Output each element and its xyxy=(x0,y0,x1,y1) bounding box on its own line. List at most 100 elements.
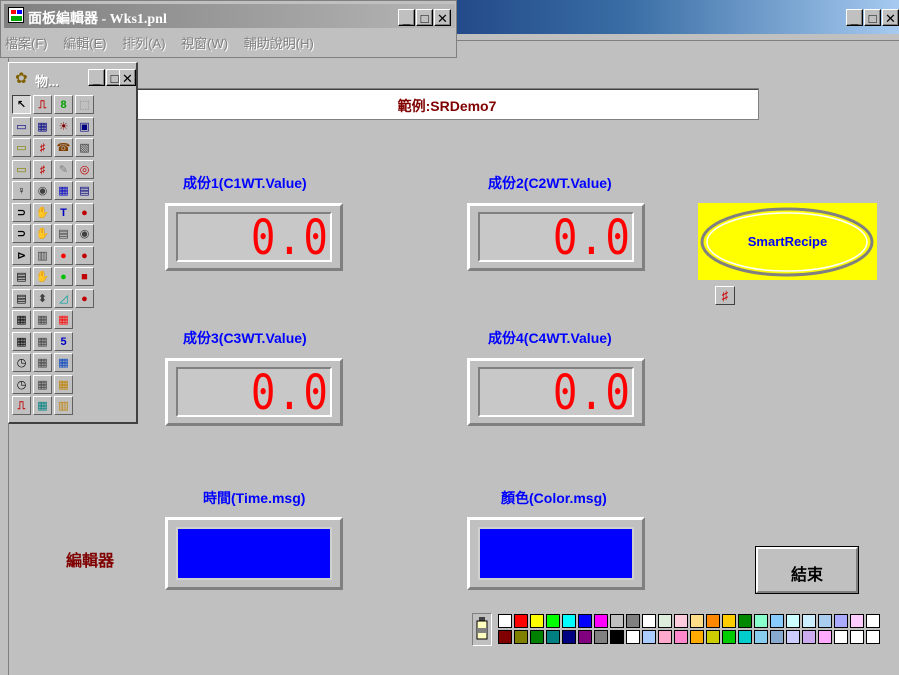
toolbox-tool-icon[interactable]: ◿ xyxy=(54,288,73,308)
toolbox-tool-icon[interactable]: ⊃ xyxy=(12,224,31,243)
toolbox-tool-icon[interactable]: ▣ xyxy=(75,116,94,136)
toolbox-tool-icon[interactable]: ✎ xyxy=(54,159,73,179)
toolbox-tool-icon[interactable]: ⊃ xyxy=(12,202,31,222)
toolbox-tool-icon[interactable]: ◉ xyxy=(33,181,52,200)
palette-swatch[interactable] xyxy=(642,630,656,644)
end-button[interactable]: 結束 xyxy=(755,546,859,594)
palette-swatch[interactable] xyxy=(674,614,688,628)
palette-swatch[interactable] xyxy=(562,630,576,644)
menu-window[interactable]: 視窗(W) xyxy=(181,33,228,52)
editor-maximize-button[interactable]: □ xyxy=(416,9,433,26)
paint-tube-icon[interactable] xyxy=(472,613,492,646)
palette-swatch[interactable] xyxy=(722,614,736,628)
palette-swatch[interactable] xyxy=(754,614,768,628)
smart-recipe-button[interactable]: SmartRecipe xyxy=(698,203,877,280)
palette-swatch[interactable] xyxy=(610,614,624,628)
toolbox-tool-icon[interactable]: ■ xyxy=(75,267,94,286)
component1-display[interactable]: 0.0 xyxy=(165,203,343,271)
toolbox-tool-icon[interactable]: ◷ xyxy=(12,374,31,394)
menu-file[interactable]: 檔案(F) xyxy=(5,33,48,52)
toolbox-tool-icon[interactable]: ● xyxy=(75,245,94,265)
toolbox-tool-icon[interactable]: ▦ xyxy=(33,331,52,351)
toolbox-tool-icon[interactable]: ✋ xyxy=(33,224,52,243)
toolbox-tool-icon[interactable]: ✋ xyxy=(33,267,52,286)
main-maximize-button[interactable]: □ xyxy=(864,9,881,26)
palette-swatch[interactable] xyxy=(706,614,720,628)
toolbox-tool-icon[interactable]: ⬚ xyxy=(75,95,94,114)
palette-swatch[interactable] xyxy=(578,614,592,628)
palette-swatch[interactable] xyxy=(530,614,544,628)
toolbox-tool-icon[interactable]: ⎍ xyxy=(12,396,31,415)
palette-swatch[interactable] xyxy=(802,614,816,628)
toolbox-tool-icon[interactable]: ↖ xyxy=(12,95,31,114)
palette-swatch[interactable] xyxy=(834,630,848,644)
toolbox-tool-icon[interactable]: ♯ xyxy=(33,138,52,157)
menu-edit[interactable]: 編輯(E) xyxy=(63,33,106,52)
palette-swatch[interactable] xyxy=(770,630,784,644)
toolbox-tool-icon[interactable]: ▦ xyxy=(54,310,73,329)
palette-swatch[interactable] xyxy=(578,630,592,644)
toolbox-tool-icon[interactable]: ● xyxy=(75,288,94,308)
palette-swatch[interactable] xyxy=(690,614,704,628)
toolbox-tool-icon[interactable]: ▦ xyxy=(33,396,52,415)
palette-swatch[interactable] xyxy=(866,630,880,644)
palette-swatch[interactable] xyxy=(658,614,672,628)
toolbox-tool-icon[interactable]: ▦ xyxy=(12,331,31,351)
palette-swatch[interactable] xyxy=(658,630,672,644)
toolbox-tool-icon[interactable]: ⬍ xyxy=(33,288,52,308)
toolbox-tool-icon[interactable]: ☎ xyxy=(54,138,73,157)
toolbox-tool-icon[interactable]: ▦ xyxy=(54,353,73,372)
toolbox-tool-icon[interactable]: ▤ xyxy=(54,224,73,243)
toolbox-tool-icon[interactable]: ▤ xyxy=(75,181,94,200)
menu-help[interactable]: 輔助說明(H) xyxy=(244,33,314,52)
palette-swatch[interactable] xyxy=(594,630,608,644)
toolbox-tool-icon[interactable]: ● xyxy=(54,267,73,286)
toolbox-tool-icon[interactable]: ◉ xyxy=(75,224,94,243)
toolbox-tool-icon[interactable]: ▦ xyxy=(12,310,31,329)
toolbox-tool-icon[interactable]: ♯ xyxy=(33,159,52,179)
toolbox-tool-icon[interactable]: ▤ xyxy=(12,267,31,286)
toolbox-tool-icon[interactable]: ● xyxy=(54,245,73,265)
palette-swatch[interactable] xyxy=(594,614,608,628)
recipe-small-icon[interactable]: ♯ xyxy=(715,286,735,305)
toolbox-tool-icon[interactable]: ▦ xyxy=(33,310,52,329)
toolbox-tool-icon[interactable]: ▦ xyxy=(54,181,73,200)
toolbox-close-button[interactable]: ✕ xyxy=(119,69,136,86)
palette-swatch[interactable] xyxy=(546,614,560,628)
toolbox-tool-icon[interactable]: ◎ xyxy=(75,159,94,179)
toolbox-tool-icon[interactable]: ▦ xyxy=(54,374,73,394)
toolbox-tool-icon[interactable]: 8 xyxy=(54,95,73,114)
palette-swatch[interactable] xyxy=(850,614,864,628)
toolbox-tool-icon[interactable]: ▧ xyxy=(75,138,94,157)
palette-swatch[interactable] xyxy=(738,614,752,628)
toolbox-minimize-button[interactable]: _ xyxy=(88,69,105,86)
toolbox-tool-icon[interactable]: ☀ xyxy=(54,116,73,136)
palette-swatch[interactable] xyxy=(642,614,656,628)
main-minimize-button[interactable]: _ xyxy=(846,9,863,26)
editor-close-button[interactable]: ✕ xyxy=(434,9,451,26)
palette-swatch[interactable] xyxy=(626,614,640,628)
toolbox-tool-icon[interactable]: ▭ xyxy=(12,159,31,179)
palette-swatch[interactable] xyxy=(498,630,512,644)
toolbox-tool-icon[interactable]: ▭ xyxy=(12,116,31,136)
editor-titlebar[interactable]: 面板編輯器 - Wks1.pnl xyxy=(4,4,455,28)
main-close-button[interactable]: ✕ xyxy=(882,9,899,26)
editor-label[interactable]: 編輯器 xyxy=(66,547,114,571)
toolbox-tool-icon[interactable]: ⊳ xyxy=(12,245,31,265)
toolbox-tool-icon[interactable]: ♀ xyxy=(12,181,31,200)
palette-swatch[interactable] xyxy=(818,630,832,644)
palette-swatch[interactable] xyxy=(626,630,640,644)
palette-swatch[interactable] xyxy=(514,630,528,644)
toolbox-tool-icon[interactable]: ▥ xyxy=(54,396,73,415)
toolbox-tool-icon[interactable]: 5 xyxy=(54,331,73,351)
palette-swatch[interactable] xyxy=(818,614,832,628)
color-palette[interactable] xyxy=(472,611,882,648)
palette-swatch[interactable] xyxy=(850,630,864,644)
example-label-box[interactable]: 範例:SRDemo7 xyxy=(135,88,759,120)
palette-swatch[interactable] xyxy=(786,630,800,644)
editor-minimize-button[interactable]: _ xyxy=(398,9,415,26)
palette-swatch[interactable] xyxy=(802,630,816,644)
palette-swatch[interactable] xyxy=(866,614,880,628)
palette-swatch[interactable] xyxy=(834,614,848,628)
palette-swatch[interactable] xyxy=(562,614,576,628)
